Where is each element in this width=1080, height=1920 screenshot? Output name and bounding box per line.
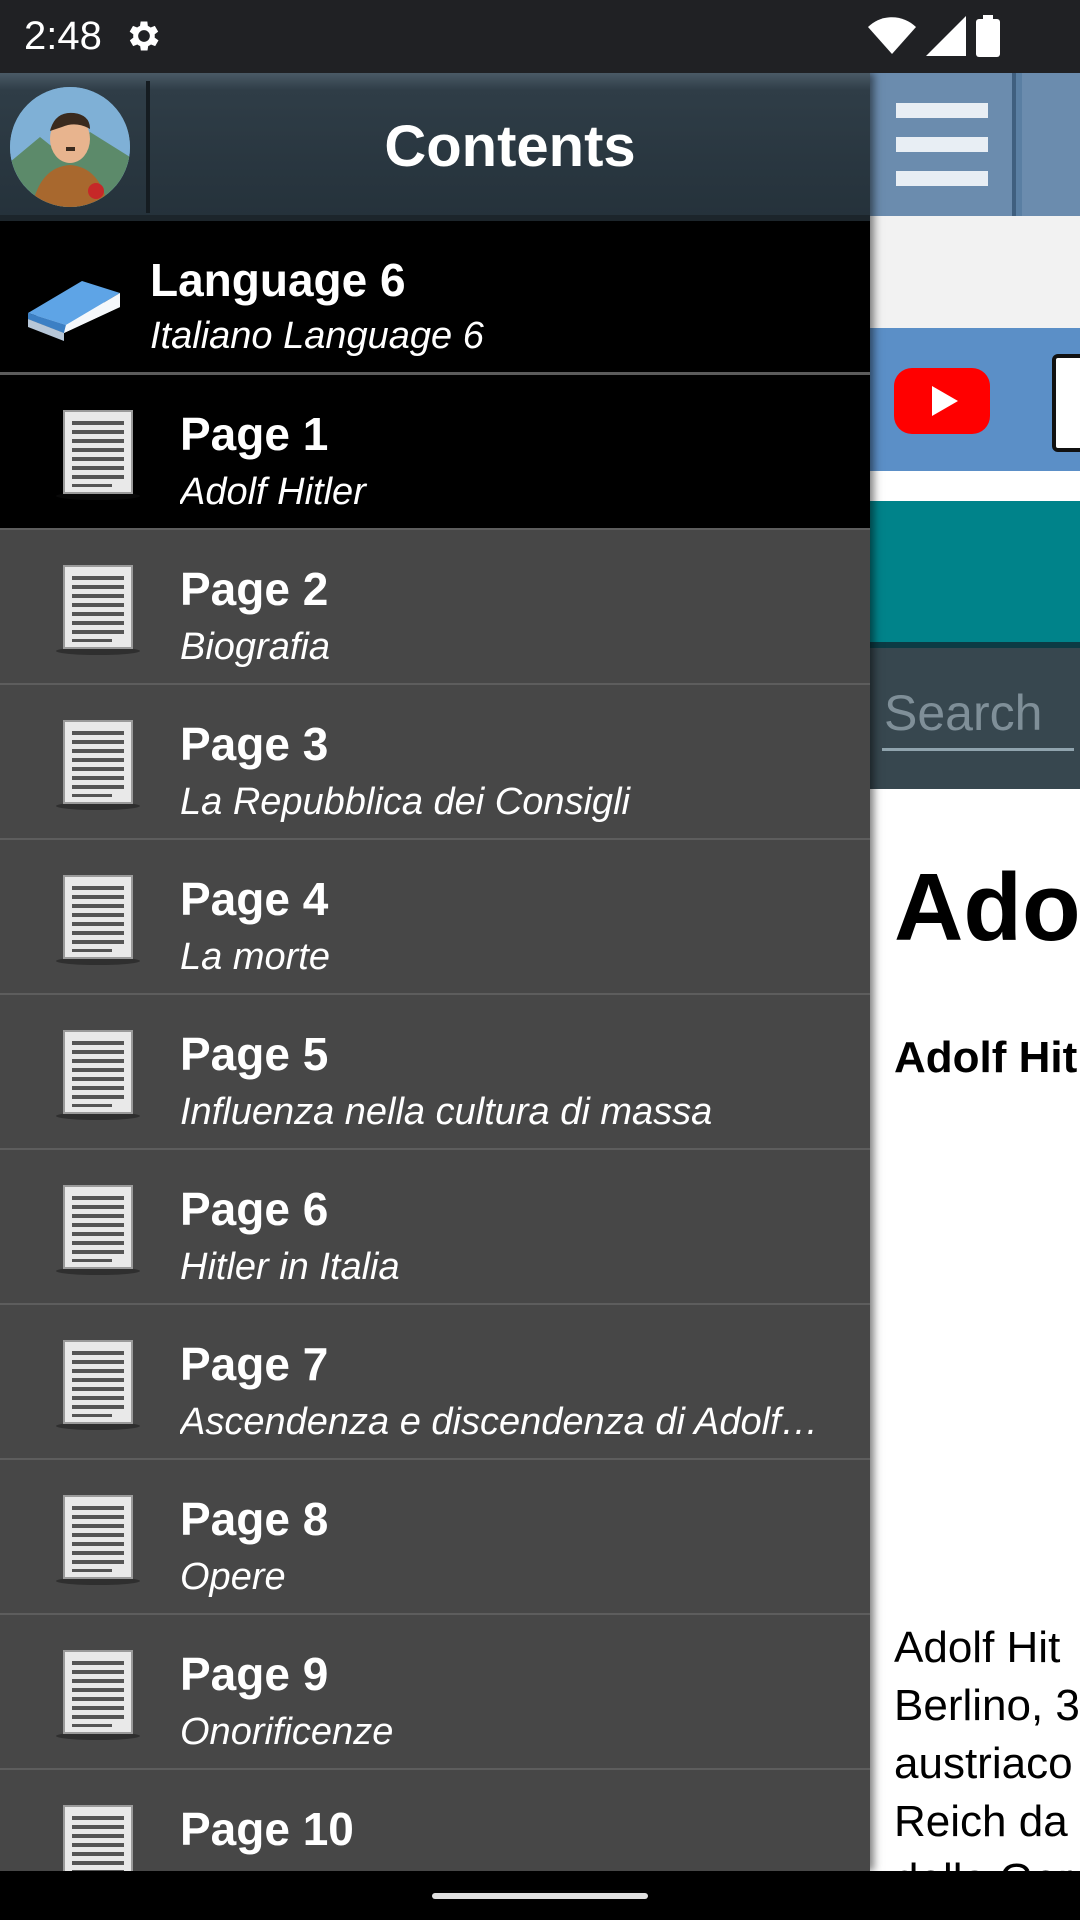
page-subtitle: Ascendenza e discendenza di Adolf… — [180, 1401, 819, 1443]
page-icon — [55, 1495, 141, 1586]
page-icon — [55, 410, 141, 501]
page-subtitle: Adolf Hitler — [180, 471, 366, 513]
page-icon — [55, 1650, 141, 1741]
page-icon — [55, 720, 141, 811]
search-input[interactable] — [882, 678, 1074, 751]
screen: 2:48 Search Ado Adolf Hit Adolf Hit Berl… — [0, 0, 1080, 1920]
page-item-8[interactable]: Page 8 Opere — [0, 1460, 870, 1615]
article-body-line: Adolf Hit — [894, 1623, 1061, 1672]
system-nav-bar — [0, 1871, 1080, 1920]
home-indicator[interactable] — [432, 1893, 648, 1899]
page-item-4[interactable]: Page 4 La morte — [0, 840, 870, 995]
page-icon — [55, 875, 141, 966]
menu-icon[interactable] — [870, 73, 1016, 216]
page-title: Page 1 — [180, 408, 329, 460]
page-icon — [55, 1185, 141, 1276]
page-list: Page 1 Adolf Hitler Page 2 Biografia Pag… — [0, 375, 870, 1871]
toolbar-extra-button[interactable] — [1022, 73, 1080, 216]
avatar[interactable] — [10, 87, 130, 207]
page-title: Page 10 — [180, 1803, 354, 1855]
page-subtitle: Biografia — [180, 626, 330, 668]
page-title: Page 4 — [180, 873, 329, 925]
article-body-line: Berlino, 3 — [894, 1681, 1080, 1730]
page-title: Page 8 — [180, 1493, 329, 1545]
page-item-7[interactable]: Page 7 Ascendenza e discendenza di Adolf… — [0, 1305, 870, 1460]
book-item[interactable]: Language 6 Italiano Language 6 — [0, 221, 870, 375]
page-item-5[interactable]: Page 5 Influenza nella cultura di massa — [0, 995, 870, 1150]
page-title: Page 6 — [180, 1183, 329, 1235]
page-subtitle: Onorificenze — [180, 1711, 394, 1753]
article-body-line: della Ger — [894, 1851, 1080, 1871]
page-item-3[interactable]: Page 3 La Repubblica dei Consigli — [0, 685, 870, 840]
page-icon — [55, 1030, 141, 1121]
page-icon — [55, 1340, 141, 1431]
drawer-title: Contents — [384, 114, 636, 179]
article-body-line: Reich da — [894, 1797, 1068, 1846]
book-icon — [28, 281, 120, 341]
document-icon[interactable] — [1052, 354, 1080, 452]
page-subtitle: Influenza nella cultura di massa — [180, 1091, 713, 1133]
book-subtitle: Italiano Language 6 — [150, 315, 484, 357]
page-title: Page 3 — [180, 718, 329, 770]
status-bar: 2:48 — [0, 0, 1080, 73]
page-item-9[interactable]: Page 9 Onorificenze — [0, 1615, 870, 1770]
page-item-1[interactable]: Page 1 Adolf Hitler — [0, 375, 870, 530]
avatar-portrait — [10, 87, 130, 207]
page-subtitle: La Repubblica dei Consigli — [180, 781, 630, 823]
page-subtitle: Opere — [180, 1556, 286, 1598]
drawer-header: Contents — [0, 73, 870, 221]
signal-icon — [926, 16, 966, 56]
book-title: Language 6 — [150, 254, 406, 306]
page-item-6[interactable]: Page 6 Hitler in Italia — [0, 1150, 870, 1305]
wifi-icon — [868, 17, 916, 54]
status-icons — [868, 15, 1000, 57]
youtube-icon[interactable] — [894, 368, 990, 434]
page-title: Page 7 — [180, 1338, 329, 1390]
article-subheading: Adolf Hit — [894, 1033, 1078, 1082]
gear-icon — [129, 21, 159, 51]
page-title: Page 9 — [180, 1648, 329, 1700]
navigation-drawer: Contents Language 6 Italiano Language 6 … — [0, 73, 870, 1871]
page-icon — [55, 1805, 141, 1871]
battery-icon — [976, 15, 1000, 57]
page-item-10[interactable]: Page 10 — [0, 1770, 870, 1871]
page-subtitle: La morte — [180, 936, 330, 978]
article-body: Adolf Hit Berlino, 3 austriaco Reich da … — [894, 1619, 1080, 1871]
page-subtitle: Hitler in Italia — [180, 1246, 400, 1288]
status-time: 2:48 — [24, 14, 102, 58]
page-title: Page 2 — [180, 563, 329, 615]
page-icon — [55, 565, 141, 656]
article-body-line: austriaco — [894, 1739, 1073, 1788]
article-heading: Adol — [894, 854, 1080, 961]
page-item-2[interactable]: Page 2 Biografia — [0, 530, 870, 685]
page-title: Page 5 — [180, 1028, 329, 1080]
